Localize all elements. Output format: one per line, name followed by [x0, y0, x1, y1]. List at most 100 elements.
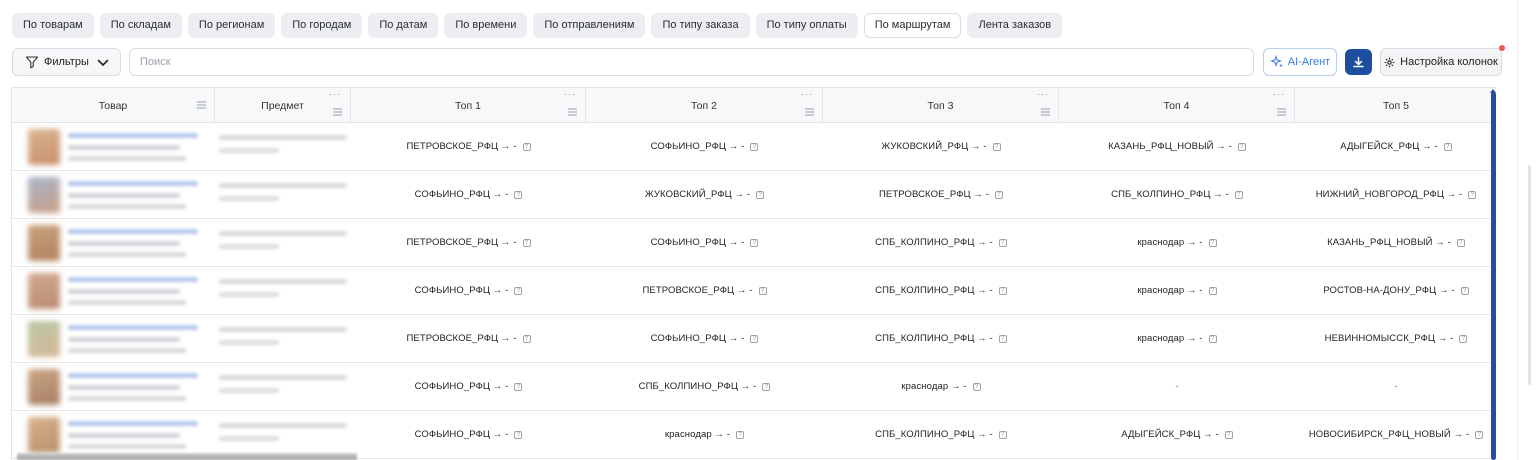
table-row[interactable]: СОФЬИНО_РФЦ → -? краснодар → -? СПБ_КОЛПИН…: [12, 411, 1496, 459]
route-cell-top-5[interactable]: РОСТОВ-НА-ДОНУ_РФЦ → -?: [1295, 267, 1496, 314]
route-cell-top-1[interactable]: ПЕТРОВСКОЕ_РФЦ → -?: [351, 315, 586, 362]
route-cell-top-3[interactable]: СПБ_КОЛПИНО_РФЦ → -?: [823, 219, 1059, 266]
help-icon[interactable]: ?: [998, 238, 1007, 247]
help-icon[interactable]: ?: [514, 286, 523, 295]
column-options-icon[interactable]: ···: [1273, 90, 1285, 99]
route-cell-top-1[interactable]: СОФЬИНО_РФЦ → -?: [351, 171, 586, 218]
table-row[interactable]: СОФЬИНО_РФЦ → -? СПБ_КОЛПИНО_РФЦ → -? крас…: [12, 363, 1496, 411]
help-icon[interactable]: ?: [522, 142, 531, 151]
help-icon[interactable]: ?: [1443, 142, 1452, 151]
route-cell-top-2[interactable]: СОФЬИНО_РФЦ → -?: [586, 123, 823, 170]
tab-0[interactable]: По товарам: [12, 13, 94, 38]
help-icon[interactable]: ?: [1468, 190, 1477, 199]
column-header-0[interactable]: Товар: [12, 88, 215, 123]
column-header-5[interactable]: Топ 4 ···: [1059, 88, 1295, 123]
subject-cell[interactable]: [215, 171, 351, 218]
help-icon[interactable]: ?: [514, 382, 523, 391]
help-icon[interactable]: ?: [998, 334, 1007, 343]
tab-4[interactable]: По датам: [368, 13, 439, 38]
help-icon[interactable]: ?: [1460, 286, 1469, 295]
route-cell-top-1[interactable]: ПЕТРОВСКОЕ_РФЦ → -?: [351, 219, 586, 266]
route-cell-top-3[interactable]: ПЕТРОВСКОЕ_РФЦ → -?: [823, 171, 1059, 218]
route-cell-top-2[interactable]: СОФЬИНО_РФЦ → -?: [586, 315, 823, 362]
product-cell[interactable]: [12, 219, 215, 266]
help-icon[interactable]: ?: [1208, 334, 1217, 343]
help-icon[interactable]: ?: [1234, 190, 1243, 199]
column-header-6[interactable]: Топ 5: [1295, 88, 1496, 123]
help-icon[interactable]: ?: [750, 238, 759, 247]
product-cell[interactable]: [12, 171, 215, 218]
help-icon[interactable]: ?: [514, 430, 523, 439]
route-cell-top-3[interactable]: СПБ_КОЛПИНО_РФЦ → -?: [823, 267, 1059, 314]
column-menu-icon[interactable]: [333, 108, 342, 116]
tab-3[interactable]: По городам: [281, 13, 363, 38]
ai-agent-button[interactable]: AI-Агент: [1263, 48, 1337, 76]
column-menu-icon[interactable]: [568, 108, 577, 116]
route-cell-top-1[interactable]: ПЕТРОВСКОЕ_РФЦ → -?: [351, 123, 586, 170]
help-icon[interactable]: ?: [522, 334, 531, 343]
help-icon[interactable]: ?: [998, 430, 1007, 439]
subject-cell[interactable]: [215, 363, 351, 410]
table-row[interactable]: ПЕТРОВСКОЕ_РФЦ → -? СОФЬИНО_РФЦ → -? СПБ_К…: [12, 219, 1496, 267]
help-icon[interactable]: ?: [750, 334, 759, 343]
help-icon[interactable]: ?: [522, 238, 531, 247]
column-options-icon[interactable]: ···: [1037, 90, 1049, 99]
route-cell-top-5[interactable]: КАЗАНЬ_РФЦ_НОВЫЙ → -?: [1295, 219, 1496, 266]
column-menu-icon[interactable]: [805, 108, 814, 116]
help-icon[interactable]: ?: [972, 382, 981, 391]
column-header-2[interactable]: Топ 1 ···: [351, 88, 586, 123]
help-icon[interactable]: ?: [1237, 142, 1246, 151]
route-cell-top-2[interactable]: СОФЬИНО_РФЦ → -?: [586, 219, 823, 266]
table-row[interactable]: СОФЬИНО_РФЦ → -? ЖУКОВСКИЙ_РФЦ → -? ПЕТРОВ…: [12, 171, 1496, 219]
column-header-3[interactable]: Топ 2 ···: [586, 88, 823, 123]
table-row[interactable]: СОФЬИНО_РФЦ → -? ПЕТРОВСКОЕ_РФЦ → -? СПБ_К…: [12, 267, 1496, 315]
column-options-icon[interactable]: ···: [801, 90, 813, 99]
route-cell-top-5[interactable]: -: [1295, 363, 1496, 410]
subject-cell[interactable]: [215, 315, 351, 362]
tab-7[interactable]: По типу заказа: [651, 13, 750, 38]
route-cell-top-4[interactable]: АДЫГЕЙСК_РФЦ → -?: [1059, 411, 1295, 458]
help-icon[interactable]: ?: [758, 286, 767, 295]
tab-8[interactable]: По типу оплаты: [755, 13, 858, 38]
subject-cell[interactable]: [215, 411, 351, 458]
filters-button[interactable]: Фильтры: [12, 48, 121, 76]
tab-5[interactable]: По времени: [444, 13, 528, 38]
column-header-4[interactable]: Топ 3 ···: [823, 88, 1059, 123]
route-cell-top-5[interactable]: АДЫГЕЙСК_РФЦ → -?: [1295, 123, 1496, 170]
help-icon[interactable]: ?: [1208, 238, 1217, 247]
route-cell-top-4[interactable]: краснодар → -?: [1059, 267, 1295, 314]
tab-2[interactable]: По регионам: [187, 13, 276, 38]
help-icon[interactable]: ?: [756, 190, 765, 199]
route-cell-top-3[interactable]: ЖУКОВСКИЙ_РФЦ → -?: [823, 123, 1059, 170]
product-cell[interactable]: [12, 315, 215, 362]
route-cell-top-3[interactable]: СПБ_КОЛПИНО_РФЦ → -?: [823, 411, 1059, 458]
product-cell[interactable]: [12, 267, 215, 314]
column-header-1[interactable]: Предмет ···: [215, 88, 351, 123]
column-menu-icon[interactable]: [197, 101, 206, 109]
help-icon[interactable]: ?: [1459, 334, 1468, 343]
table-scrollbar[interactable]: [1491, 92, 1496, 460]
help-icon[interactable]: ?: [995, 190, 1004, 199]
help-icon[interactable]: ?: [1475, 430, 1484, 439]
column-menu-icon[interactable]: [1041, 108, 1050, 116]
tab-10[interactable]: Лента заказов: [967, 13, 1063, 38]
route-cell-top-4[interactable]: -: [1059, 363, 1295, 410]
page-scrollbar[interactable]: [1528, 165, 1531, 385]
product-cell[interactable]: [12, 363, 215, 410]
product-cell[interactable]: [12, 123, 215, 170]
help-icon[interactable]: ?: [1456, 238, 1465, 247]
route-cell-top-1[interactable]: СОФЬИНО_РФЦ → -?: [351, 363, 586, 410]
route-cell-top-4[interactable]: СПБ_КОЛПИНО_РФЦ → -?: [1059, 171, 1295, 218]
download-button[interactable]: [1345, 49, 1372, 75]
route-cell-top-3[interactable]: СПБ_КОЛПИНО_РФЦ → -?: [823, 315, 1059, 362]
route-cell-top-2[interactable]: ЖУКОВСКИЙ_РФЦ → -?: [586, 171, 823, 218]
subject-cell[interactable]: [215, 267, 351, 314]
route-cell-top-4[interactable]: КАЗАНЬ_РФЦ_НОВЫЙ → -?: [1059, 123, 1295, 170]
search-input[interactable]: [129, 48, 1254, 76]
route-cell-top-2[interactable]: ПЕТРОВСКОЕ_РФЦ → -?: [586, 267, 823, 314]
help-icon[interactable]: ?: [750, 142, 759, 151]
help-icon[interactable]: ?: [1224, 430, 1233, 439]
column-menu-icon[interactable]: [1277, 108, 1286, 116]
route-cell-top-5[interactable]: НИЖНИЙ_НОВГОРОД_РФЦ → -?: [1295, 171, 1496, 218]
help-icon[interactable]: ?: [514, 190, 523, 199]
